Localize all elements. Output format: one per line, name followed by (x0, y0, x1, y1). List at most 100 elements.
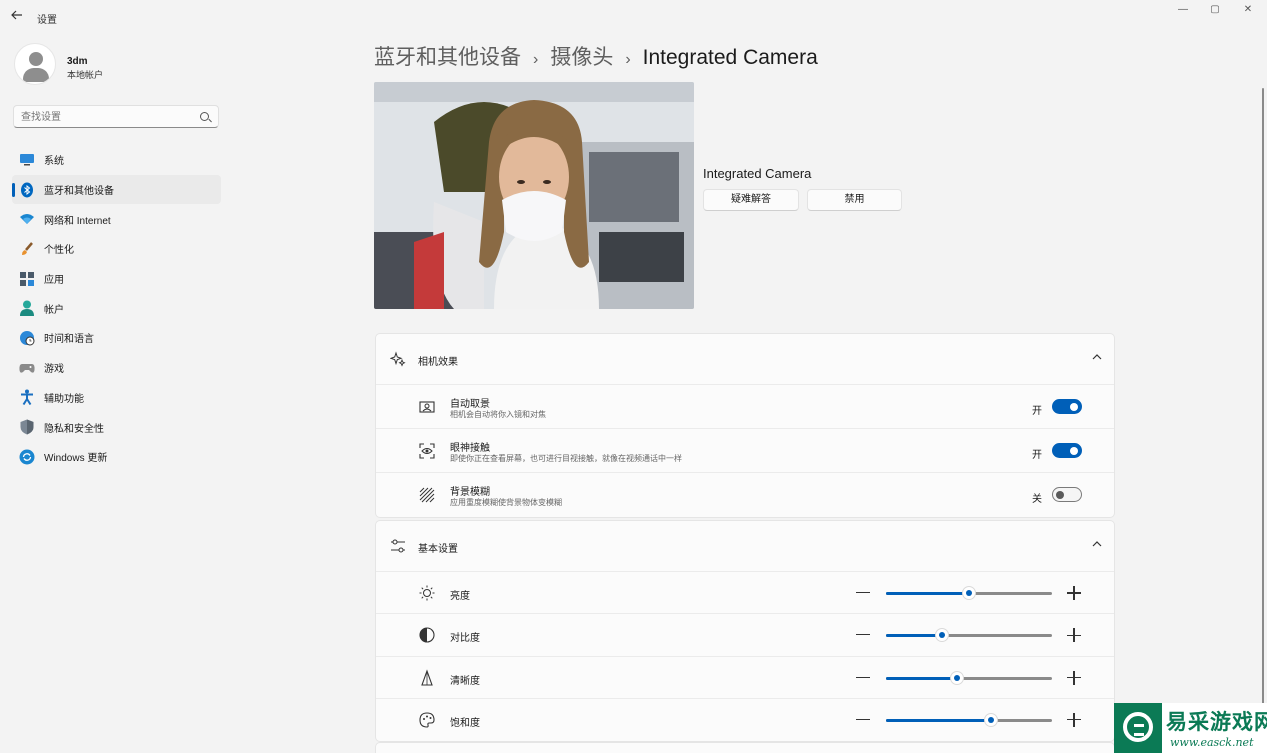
maximize-button[interactable]: ▢ (1202, 4, 1228, 18)
basic-settings-card: 基本设置 亮度 对比度 清晰度 饱和度 (375, 520, 1115, 743)
watermark: 易采游戏网 www.easck.net (1114, 703, 1267, 753)
slider-thumb[interactable] (935, 628, 950, 643)
basic-settings-header[interactable]: 基本设置 (376, 521, 1114, 572)
sidebar-item-label: 辅助功能 (44, 393, 84, 405)
saturation-icon (418, 711, 436, 729)
sidebar-item-gaming[interactable]: 游戏 (12, 353, 221, 383)
sharpness-slider[interactable] (886, 670, 1052, 685)
sidebar-item-privacy[interactable]: 隐私和安全性 (12, 412, 221, 442)
scrollbar[interactable] (1262, 88, 1264, 738)
breadcrumb-item-bluetooth[interactable]: 蓝牙和其他设备 (374, 46, 521, 69)
watermark-title: 易采游戏网 (1166, 709, 1267, 734)
increase-contrast-button[interactable] (1067, 628, 1081, 643)
eye-contact-toggle[interactable] (1052, 443, 1082, 458)
sidebar-item-apps[interactable]: 应用 (12, 264, 221, 294)
brightness-icon (418, 584, 436, 602)
bluetooth-icon (19, 182, 35, 198)
back-arrow-icon[interactable] (10, 8, 26, 24)
setting-row-saturation: 饱和度 (376, 699, 1114, 741)
sidebar-item-label: 网络和 Internet (44, 215, 111, 227)
setting-description: 应用重度模糊使背景物体变模糊 (450, 498, 562, 507)
setting-row-eye-contact: 眼神接触 即使你正在查看屏幕，也可进行目视接触，就像在视频通话中一样 开 (376, 429, 1114, 473)
breadcrumb-separator: › (625, 51, 631, 68)
watermark-logo-icon (1114, 703, 1162, 753)
slider-thumb[interactable] (950, 670, 965, 685)
gamepad-icon (19, 360, 35, 376)
increase-brightness-button[interactable] (1067, 586, 1081, 600)
search-input[interactable] (21, 110, 191, 124)
breadcrumb-item-camera[interactable]: 摄像头 (550, 46, 613, 69)
accessibility-icon (19, 389, 35, 406)
user-name: 3dm (67, 56, 88, 67)
troubleshoot-button[interactable]: 疑难解答 (703, 189, 799, 211)
apps-icon (19, 271, 35, 287)
increase-sharpness-button[interactable] (1067, 670, 1081, 685)
sidebar-item-network[interactable]: 网络和 Internet (12, 204, 221, 234)
close-button[interactable]: ✕ (1235, 4, 1261, 18)
breadcrumb-separator: › (533, 51, 539, 68)
auto-framing-toggle[interactable] (1052, 399, 1082, 414)
sidebar-item-label: 蓝牙和其他设备 (44, 186, 114, 198)
camera-effects-header[interactable]: 相机效果 (376, 334, 1114, 385)
sidebar-item-time-language[interactable]: 时间和语言 (12, 323, 221, 353)
update-icon (19, 449, 35, 465)
breadcrumb: 蓝牙和其他设备 › 摄像头 › Integrated Camera (374, 41, 818, 71)
account-type: 本地帐户 (67, 70, 104, 80)
user-profile[interactable]: 3dm 本地帐户 (14, 43, 224, 87)
sidebar-item-label: 系统 (44, 156, 64, 168)
camera-effects-title: 相机效果 (418, 357, 458, 368)
shield-icon (19, 419, 35, 435)
title-bar: 设置 — ▢ ✕ (0, 0, 1267, 34)
watermark-url: www.easck.net (1170, 736, 1254, 749)
sidebar-item-accessibility[interactable]: 辅助功能 (12, 383, 221, 413)
chevron-up-icon[interactable] (1092, 352, 1102, 362)
sidebar-item-windows-update[interactable]: Windows 更新 (12, 442, 221, 472)
search-box[interactable] (13, 105, 219, 128)
chevron-up-icon[interactable] (1092, 539, 1102, 549)
page-title: Integrated Camera (642, 46, 818, 69)
increase-saturation-button[interactable] (1067, 712, 1081, 727)
setting-title: 自动取景 (450, 399, 490, 410)
camera-name: Integrated Camera (703, 166, 812, 181)
contrast-icon (418, 626, 436, 644)
background-blur-toggle[interactable] (1052, 487, 1082, 502)
setting-description: 即使你正在查看屏幕，也可进行目视接触，就像在视频通话中一样 (450, 454, 682, 463)
brightness-slider[interactable] (886, 586, 1052, 600)
blur-icon (418, 486, 436, 504)
account-icon (19, 300, 35, 317)
decrease-saturation-button[interactable] (856, 718, 870, 721)
sidebar-item-label: 个性化 (44, 245, 74, 257)
setting-title: 清晰度 (450, 675, 480, 687)
sidebar-item-label: 应用 (44, 275, 64, 287)
setting-title: 饱和度 (450, 717, 480, 729)
brush-icon (19, 241, 35, 257)
saturation-slider[interactable] (886, 712, 1052, 727)
auto-frame-icon (418, 398, 436, 416)
sidebar-item-system[interactable]: 系统 (12, 145, 221, 175)
minimize-button[interactable]: — (1170, 4, 1196, 18)
decrease-sharpness-button[interactable] (856, 676, 870, 678)
toggle-state-label: 关 (1032, 494, 1042, 505)
sidebar-item-bluetooth[interactable]: 蓝牙和其他设备 (12, 174, 221, 205)
decrease-brightness-button[interactable] (856, 592, 870, 594)
contrast-slider[interactable] (886, 628, 1052, 643)
sidebar-item-accounts[interactable]: 帐户 (12, 293, 221, 323)
toggle-state-label: 开 (1032, 406, 1042, 417)
decrease-contrast-button[interactable] (856, 634, 870, 636)
wifi-icon (19, 211, 35, 227)
sidebar-item-label: 时间和语言 (44, 334, 94, 346)
setting-description: 相机会自动将你入镜和对焦 (450, 410, 546, 419)
setting-row-background-blur: 背景模糊 应用重度模糊使背景物体变模糊 关 (376, 473, 1114, 517)
slider-thumb[interactable] (962, 586, 976, 600)
globe-clock-icon (19, 330, 35, 346)
sidebar-item-label: 游戏 (44, 364, 64, 376)
setting-row-sharpness: 清晰度 (376, 657, 1114, 699)
slider-thumb[interactable] (983, 712, 998, 727)
camera-preview (374, 82, 694, 309)
sidebar-item-personalization[interactable]: 个性化 (12, 234, 221, 264)
basic-settings-title: 基本设置 (418, 544, 458, 555)
search-icon[interactable] (200, 112, 209, 121)
disable-button[interactable]: 禁用 (807, 189, 902, 211)
sliders-icon (390, 538, 406, 554)
sharpness-icon (418, 668, 436, 687)
